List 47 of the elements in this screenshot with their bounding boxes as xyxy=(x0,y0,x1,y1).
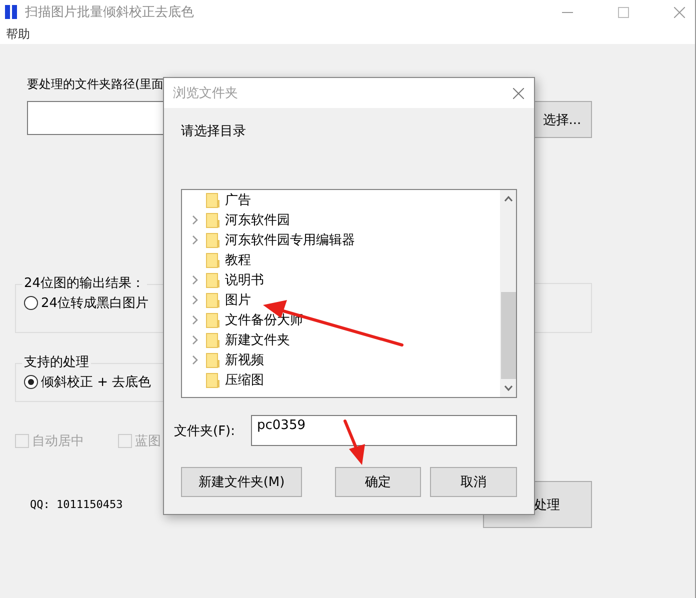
tree-item[interactable]: 河东软件园专用编辑器 xyxy=(225,231,355,249)
path-label: 要处理的文件夹路径(里面 xyxy=(27,76,165,92)
tree-item[interactable]: 河东软件园 xyxy=(225,211,290,229)
folder-icon xyxy=(206,372,220,388)
folder-icon xyxy=(206,352,220,368)
folder-icon xyxy=(206,232,220,248)
maximize-icon[interactable] xyxy=(618,6,629,18)
tree-item[interactable]: 新建文件夹 xyxy=(225,331,290,349)
app-icon xyxy=(5,5,17,19)
close-icon[interactable] xyxy=(513,88,524,98)
radio-button[interactable] xyxy=(24,375,38,389)
tree-item[interactable]: 广告 xyxy=(225,191,251,209)
tree-item[interactable]: 说明书 xyxy=(225,271,264,289)
radio-button[interactable] xyxy=(24,296,38,310)
window-title: 扫描图片批量倾斜校正去底色 xyxy=(25,4,194,21)
folder-label: 文件夹(F): xyxy=(174,422,236,440)
tree-item[interactable]: 图片 xyxy=(225,291,251,309)
scrollbar[interactable] xyxy=(500,190,516,397)
tree-item[interactable]: 教程 xyxy=(225,251,251,269)
folder-field[interactable]: pc0359 xyxy=(251,415,517,446)
folder-icon xyxy=(206,312,220,328)
scroll-up-icon[interactable] xyxy=(504,196,512,202)
checkbox-label: 自动居中 xyxy=(32,433,84,450)
prompt-text: 请选择目录 xyxy=(181,124,247,140)
radio-label: 24位转成黑白图片 xyxy=(41,295,149,312)
folder-icon xyxy=(206,292,220,308)
folder-icon xyxy=(206,272,220,288)
annotation-arrow xyxy=(344,420,365,465)
folder-icon xyxy=(206,212,220,228)
folder-icon xyxy=(206,332,220,348)
folder-icon xyxy=(206,192,220,208)
checkbox-label: 蓝图 xyxy=(135,433,161,450)
qq-text: QQ: 1011150453 xyxy=(30,498,123,511)
ok-button[interactable]: 确定 xyxy=(335,467,421,497)
folder-icon xyxy=(206,252,220,268)
close-icon[interactable] xyxy=(674,6,685,18)
scroll-down-icon[interactable] xyxy=(504,385,512,391)
cancel-button[interactable]: 取消 xyxy=(430,467,517,497)
new-folder-button[interactable]: 新建文件夹(M) xyxy=(181,467,302,497)
tree-item[interactable]: 新视频 xyxy=(225,351,264,369)
group-title: 支持的处理 xyxy=(23,355,90,371)
group-title: 24位图的输出结果： xyxy=(23,276,146,292)
choose-button[interactable]: 选择... xyxy=(532,101,592,138)
tree-item[interactable]: 压缩图 xyxy=(225,371,264,389)
dialog-title: 浏览文件夹 xyxy=(173,85,238,102)
menu-item[interactable]: 帮助 xyxy=(6,26,30,42)
radio-label: 倾斜校正 + 去底色 xyxy=(41,374,152,391)
